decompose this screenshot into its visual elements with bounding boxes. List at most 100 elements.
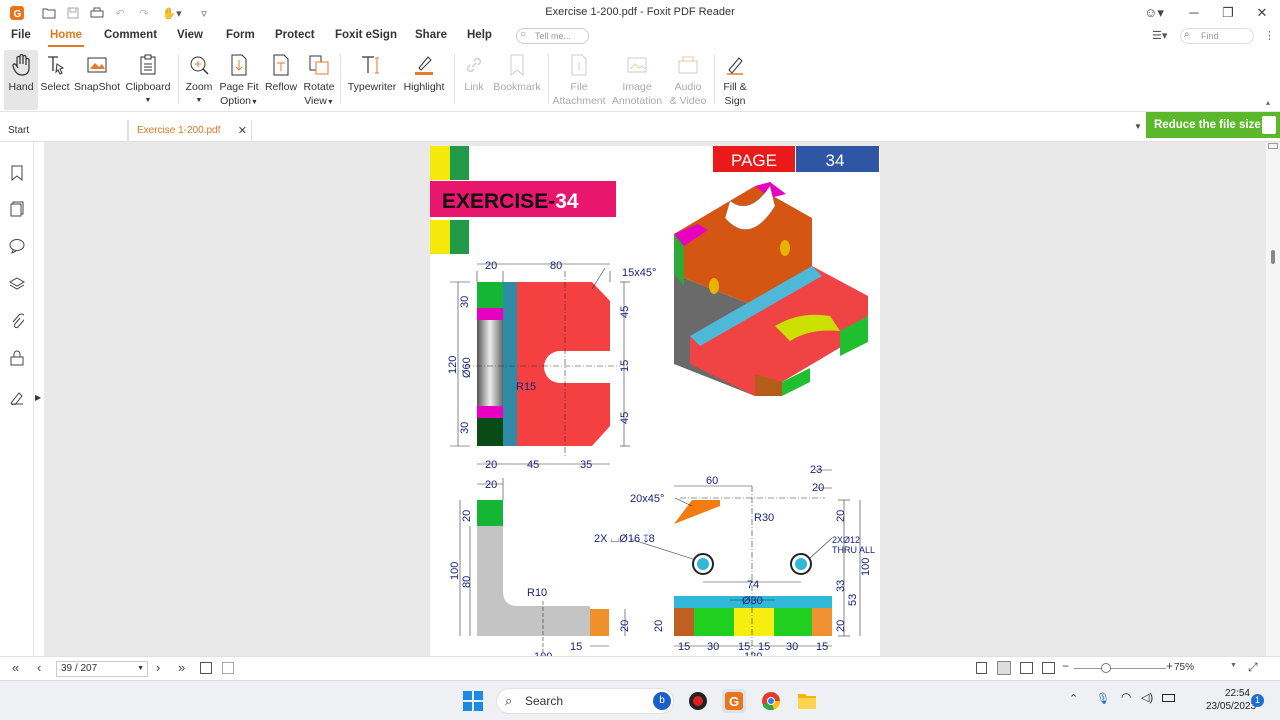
- find-input[interactable]: Find: [1180, 28, 1254, 44]
- tell-me-input[interactable]: Tell me...: [516, 28, 589, 44]
- collapse-ribbon-icon[interactable]: ▴: [1266, 98, 1270, 107]
- hand-tool-button[interactable]: Hand: [4, 50, 38, 110]
- page-number-input[interactable]: 39 / 207 ▼: [56, 661, 148, 677]
- link-button[interactable]: Link: [460, 50, 488, 110]
- open-folder-icon[interactable]: [40, 4, 58, 22]
- typewriter-button[interactable]: Typewriter: [346, 50, 398, 110]
- scrollbar-thumb[interactable]: [1271, 250, 1275, 264]
- image-annotation-label-2: Annotation: [611, 95, 663, 107]
- bookmark-button[interactable]: Bookmark: [492, 50, 542, 110]
- bing-icon[interactable]: b: [653, 692, 671, 710]
- first-page-icon[interactable]: «: [12, 660, 19, 675]
- customize-toolbar-icon[interactable]: ▿: [196, 4, 212, 22]
- wifi-icon[interactable]: ◠: [1121, 690, 1131, 704]
- last-page-icon[interactable]: »: [178, 660, 185, 675]
- next-page-icon[interactable]: ›: [156, 660, 160, 675]
- page-dropdown-icon[interactable]: ▼: [137, 662, 144, 676]
- zoom-slider[interactable]: [1074, 668, 1166, 669]
- continuous-facing-view-icon[interactable]: [1042, 662, 1055, 674]
- single-page-view-icon[interactable]: [976, 662, 987, 674]
- zoom-level[interactable]: 75%: [1174, 662, 1194, 673]
- menu-foxit-esign[interactable]: Foxit eSign: [335, 29, 397, 41]
- tab-start[interactable]: Start: [0, 120, 128, 142]
- pages-thumbnail-icon[interactable]: [8, 200, 26, 218]
- zoom-dropdown-arrow-icon[interactable]: ▼: [1230, 662, 1237, 669]
- signature-icon[interactable]: [8, 388, 26, 406]
- scroll-up-icon[interactable]: [1268, 143, 1278, 149]
- fill-sign-button[interactable]: Fill & Sign: [718, 50, 752, 110]
- menu-form[interactable]: Form: [226, 29, 255, 41]
- print-icon[interactable]: [88, 4, 106, 22]
- select-label: Select: [40, 81, 70, 93]
- undo-icon[interactable]: ↶: [112, 4, 128, 22]
- microphone-icon[interactable]: 🎙: [1096, 692, 1110, 705]
- notification-badge[interactable]: 1: [1251, 694, 1264, 707]
- page-fit-label-2: Option: [220, 95, 251, 107]
- bookmark-icon[interactable]: [8, 164, 26, 182]
- file-attachment-button[interactable]: File Attachment: [552, 50, 606, 110]
- exercise-number: 34: [555, 190, 579, 213]
- vertical-scrollbar[interactable]: [1266, 142, 1280, 656]
- system-clock[interactable]: 22:54 23/05/2023: [1206, 687, 1256, 713]
- previous-page-icon[interactable]: ‹: [37, 660, 41, 675]
- menu-comment[interactable]: Comment: [104, 29, 157, 41]
- zoom-in-icon[interactable]: +: [1166, 659, 1173, 673]
- full-screen-icon[interactable]: ⤢: [1248, 660, 1258, 675]
- dim-20g: 20: [835, 510, 847, 522]
- foxit-taskbar-icon[interactable]: G: [722, 689, 746, 713]
- chrome-icon[interactable]: [759, 689, 783, 713]
- select-tool-button[interactable]: Select: [40, 50, 70, 110]
- comments-icon[interactable]: [8, 237, 26, 255]
- facing-page-icon[interactable]: [222, 662, 234, 674]
- redo-icon[interactable]: ↷: [136, 4, 152, 22]
- reduce-file-size-banner[interactable]: Reduce the file size: [1146, 112, 1280, 138]
- image-annotation-button[interactable]: Image Annotation: [610, 50, 664, 110]
- continuous-page-icon[interactable]: [200, 662, 212, 674]
- clipboard-button[interactable]: Clipboard ▼: [124, 50, 172, 110]
- rotate-view-button[interactable]: Rotate View▼: [300, 50, 338, 110]
- zoom-button[interactable]: Zoom ▼: [182, 50, 216, 110]
- hand-dropdown-icon[interactable]: ✋▾: [160, 4, 184, 22]
- highlight-label: Highlight: [403, 81, 445, 93]
- tab-document[interactable]: Exercise 1-200.pdf ✕: [128, 120, 252, 142]
- menu-home[interactable]: Home: [48, 29, 84, 47]
- menu-share[interactable]: Share: [415, 29, 447, 41]
- highlight-button[interactable]: Highlight: [400, 50, 448, 110]
- volume-icon[interactable]: ◁): [1141, 691, 1153, 704]
- show-hidden-icons-icon[interactable]: ⌃: [1069, 692, 1078, 705]
- menu-help[interactable]: Help: [467, 29, 492, 41]
- minimize-button[interactable]: ─: [1180, 3, 1208, 23]
- battery-icon[interactable]: [1162, 694, 1175, 702]
- close-button[interactable]: ✕: [1248, 3, 1276, 23]
- more-options-icon[interactable]: ⋮: [1264, 29, 1275, 42]
- zoom-slider-thumb[interactable]: [1101, 663, 1111, 673]
- windows-start-icon[interactable]: [461, 689, 485, 713]
- close-tab-icon[interactable]: ✕: [238, 120, 247, 142]
- menu-file[interactable]: File: [11, 29, 31, 41]
- file-explorer-icon[interactable]: [795, 689, 819, 713]
- screen-recorder-icon[interactable]: [686, 689, 710, 713]
- menu-view[interactable]: View: [177, 29, 203, 41]
- security-lock-icon[interactable]: [8, 349, 26, 367]
- dim-100a: 100: [449, 562, 461, 580]
- restore-button[interactable]: ❐: [1214, 3, 1242, 23]
- attachments-icon[interactable]: [8, 312, 26, 330]
- continuous-view-icon[interactable]: [997, 661, 1011, 675]
- taskbar-search-box[interactable]: Search ⌕ b: [496, 688, 674, 714]
- tab-list-dropdown-icon[interactable]: ▼: [1134, 122, 1142, 131]
- zoom-out-icon[interactable]: −: [1062, 659, 1069, 673]
- audio-video-button[interactable]: Audio & Video: [666, 50, 710, 110]
- page-fit-option-button[interactable]: Page Fit Option▼: [218, 50, 260, 110]
- facing-view-icon[interactable]: [1020, 662, 1033, 674]
- save-icon[interactable]: [64, 4, 82, 22]
- menu-protect[interactable]: Protect: [275, 29, 315, 41]
- expand-panel-icon[interactable]: ▶: [35, 393, 41, 402]
- layers-icon[interactable]: [8, 275, 26, 293]
- search-options-icon[interactable]: ☰▾: [1152, 29, 1167, 42]
- reflow-button[interactable]: Reflow: [262, 50, 300, 110]
- foxit-logo-icon[interactable]: G: [8, 4, 26, 22]
- snapshot-icon: [74, 50, 120, 80]
- snapshot-button[interactable]: SnapShot: [74, 50, 120, 110]
- account-icon[interactable]: ☺▾: [1140, 3, 1168, 23]
- dim-r10: R10: [527, 587, 547, 599]
